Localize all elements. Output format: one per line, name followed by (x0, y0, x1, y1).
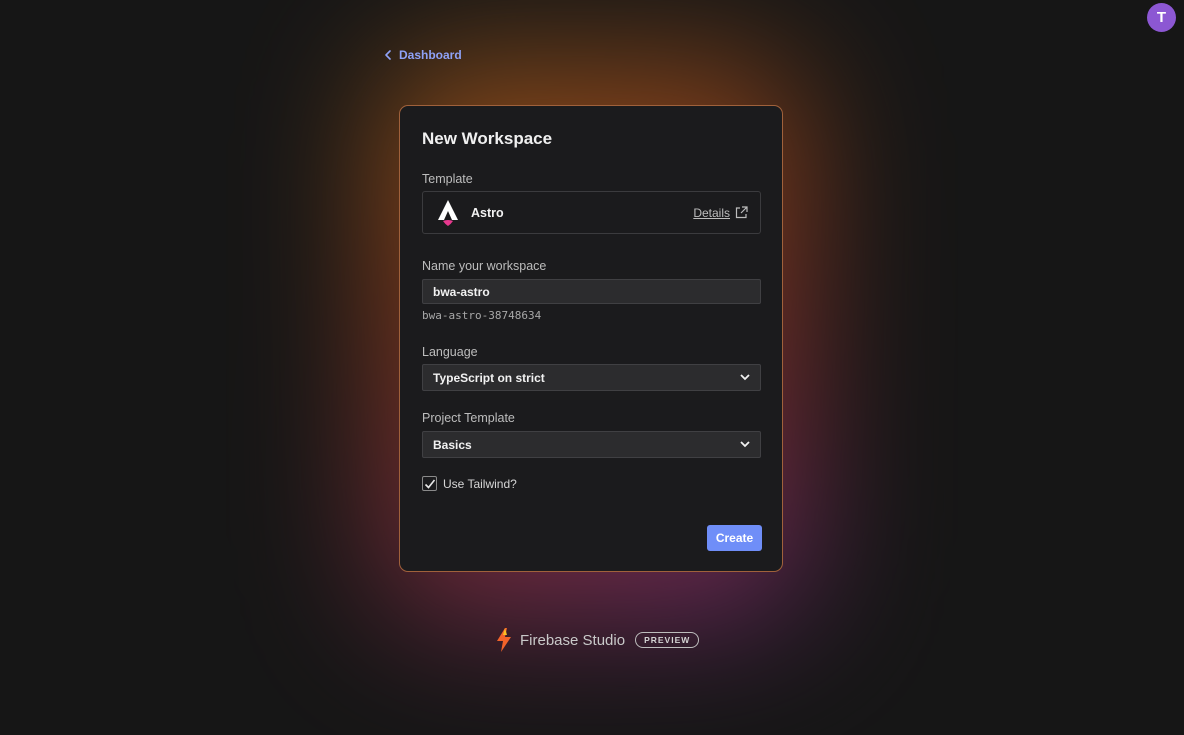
page: T Dashboard New Workspace Template Astro… (0, 0, 1184, 735)
preview-badge: PREVIEW (635, 632, 700, 648)
template-label: Template (422, 172, 473, 186)
project-template-label: Project Template (422, 411, 515, 425)
tailwind-option: Use Tailwind? (422, 476, 517, 491)
firebase-studio-logo-icon (497, 628, 511, 652)
new-workspace-card: New Workspace Template Astro Details Nam… (399, 105, 783, 572)
template-details-link[interactable]: Details (693, 206, 748, 220)
chevron-left-icon (385, 50, 391, 60)
template-name: Astro (471, 205, 504, 220)
tailwind-label: Use Tailwind? (443, 476, 517, 491)
language-value: TypeScript on strict (433, 370, 545, 385)
chevron-down-icon (740, 374, 750, 381)
create-button[interactable]: Create (707, 525, 762, 551)
template-selector: Astro Details (422, 191, 761, 234)
brand-name: Firebase Studio (520, 631, 626, 649)
project-template-select[interactable]: Basics (422, 431, 761, 458)
workspace-name-value: bwa-astro (433, 284, 490, 299)
astro-logo-icon (438, 199, 458, 226)
external-link-icon (735, 206, 748, 219)
workspace-id: bwa-astro-38748634 (422, 309, 542, 322)
footer-branding: Firebase Studio PREVIEW (494, 627, 700, 653)
workspace-name-input[interactable]: bwa-astro (422, 279, 761, 304)
language-label: Language (422, 345, 478, 359)
details-label: Details (693, 205, 730, 220)
back-link-label: Dashboard (399, 48, 462, 62)
workspace-name-label: Name your workspace (422, 259, 547, 273)
chevron-down-icon (740, 441, 750, 448)
user-avatar[interactable]: T (1147, 3, 1176, 32)
avatar-initial: T (1156, 9, 1167, 26)
page-title: New Workspace (422, 129, 553, 148)
checkmark-icon (424, 479, 435, 489)
project-template-value: Basics (433, 437, 472, 452)
tailwind-checkbox[interactable] (422, 476, 437, 491)
language-select[interactable]: TypeScript on strict (422, 364, 761, 391)
back-to-dashboard-link[interactable]: Dashboard (384, 48, 462, 62)
